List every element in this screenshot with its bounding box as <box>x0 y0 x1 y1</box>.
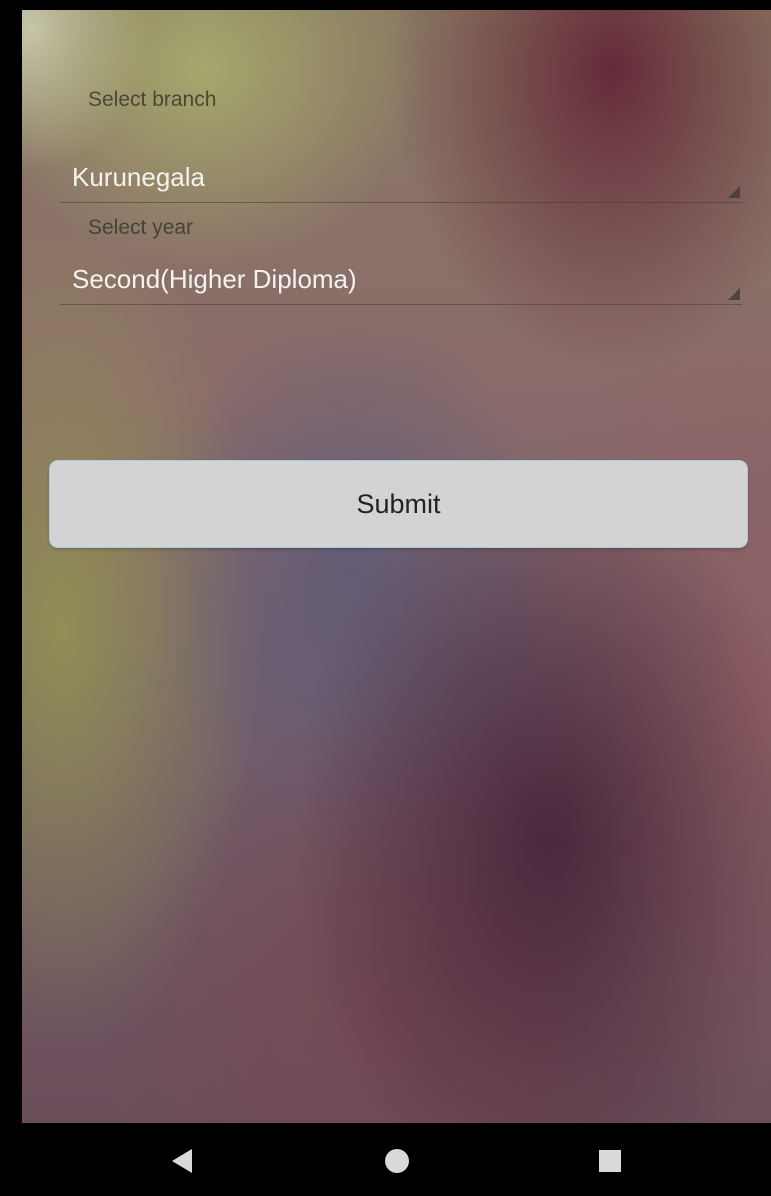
navigation-bar <box>0 1123 771 1196</box>
dropdown-arrow-icon <box>728 186 740 198</box>
recents-button[interactable] <box>590 1141 630 1181</box>
back-button[interactable] <box>162 1141 202 1181</box>
back-triangle-icon <box>172 1149 192 1173</box>
year-spinner-value: Second(Higher Diploma) <box>72 264 357 294</box>
home-circle-icon <box>385 1149 409 1173</box>
year-spinner[interactable]: Second(Higher Diploma) <box>60 256 742 305</box>
submit-button[interactable]: Submit <box>50 461 747 547</box>
recents-square-icon <box>599 1150 621 1172</box>
branch-spinner[interactable]: Kurunegala <box>60 154 742 203</box>
dropdown-arrow-icon <box>728 288 740 300</box>
branch-spinner-value: Kurunegala <box>72 162 205 192</box>
app-screen: Select branch Kurunegala Select year Sec… <box>22 10 771 1123</box>
phone-frame: Select branch Kurunegala Select year Sec… <box>0 0 771 1196</box>
home-button[interactable] <box>377 1141 417 1181</box>
branch-label: Select branch <box>88 88 217 111</box>
year-label: Select year <box>88 216 194 239</box>
